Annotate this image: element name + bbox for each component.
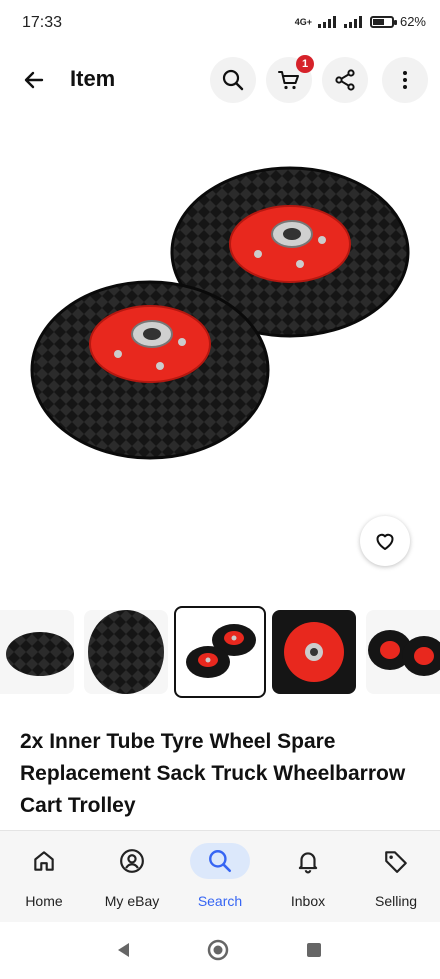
bell-icon	[298, 852, 318, 874]
nav-selling[interactable]: Selling	[352, 831, 440, 923]
nav-icon-container	[102, 843, 162, 879]
nav-label-inbox: Inbox	[290, 893, 326, 909]
triangle-back-icon	[118, 943, 129, 957]
more-vertical-icon	[403, 71, 407, 89]
circle-home-icon	[207, 939, 229, 961]
more-options-button[interactable]	[382, 57, 428, 103]
nav-icon-container	[278, 843, 338, 879]
signal-icon-2	[343, 15, 362, 28]
nav-icon-container	[14, 843, 74, 879]
nav-icon-container	[190, 843, 250, 879]
thumbnail-two-wheels[interactable]	[174, 606, 266, 698]
tag-icon	[385, 851, 407, 873]
heart-icon	[376, 533, 394, 550]
nav-label-my-ebay: My eBay	[104, 893, 160, 909]
bottom-navigation: Home My eBay Search Inbox Selling	[0, 830, 440, 923]
nav-inbox[interactable]: Inbox	[264, 831, 352, 923]
nav-home[interactable]: Home	[0, 831, 88, 923]
network-label: 4G+	[294, 16, 312, 27]
cart-icon	[278, 71, 299, 90]
thumbnail-image	[88, 610, 164, 694]
nav-icon-container	[366, 843, 426, 879]
cart-badge: 1	[296, 55, 314, 73]
image-thumbnails	[0, 606, 440, 698]
back-button[interactable]	[14, 60, 54, 100]
share-icon	[335, 69, 355, 91]
system-navigation-bar	[0, 922, 440, 979]
status-icons: 4G+ 62%	[295, 14, 426, 29]
home-icon	[34, 851, 54, 871]
thumbnail-image	[272, 610, 356, 694]
system-home-button[interactable]	[206, 938, 230, 962]
share-button[interactable]	[322, 57, 368, 103]
thumbnail-red-rim-front[interactable]	[272, 610, 356, 694]
battery-icon	[369, 15, 397, 28]
nav-label-home: Home	[25, 893, 63, 909]
search-button[interactable]	[210, 57, 256, 103]
nav-my-ebay[interactable]: My eBay	[88, 831, 176, 923]
battery-percent: 62%	[399, 14, 426, 29]
watch-button[interactable]	[360, 516, 410, 566]
app-header: Item 1	[0, 52, 440, 108]
square-recents-icon	[307, 943, 321, 957]
system-back-button[interactable]	[112, 938, 136, 962]
person-icon	[120, 849, 144, 873]
thumbnail-single-tyre-side[interactable]	[0, 610, 74, 694]
thumbnail-image	[186, 624, 256, 678]
status-time: 17:33	[22, 14, 63, 31]
status-bar: 17:33 4G+ 62%	[0, 0, 440, 48]
thumbnail-tread-closeup[interactable]	[84, 610, 168, 694]
thumbnail-image	[6, 632, 74, 676]
arrow-left-icon	[24, 71, 44, 89]
system-recents-button[interactable]	[302, 938, 326, 962]
wheels-illustration	[30, 166, 410, 460]
signal-icon	[317, 15, 336, 28]
nav-label-search: Search	[197, 893, 243, 909]
product-title: 2x Inner Tube Tyre Wheel Spare Replaceme…	[20, 730, 406, 817]
nav-label-selling: Selling	[374, 893, 418, 909]
thumbnail-two-wheels-alt[interactable]	[366, 610, 440, 694]
search-icon	[222, 69, 244, 91]
product-main-image[interactable]	[0, 140, 440, 490]
cart-button[interactable]: 1	[266, 55, 314, 103]
thumbnail-image	[368, 630, 440, 676]
page-title: Item	[70, 66, 116, 91]
nav-search[interactable]: Search	[176, 831, 264, 923]
search-icon	[209, 850, 232, 873]
